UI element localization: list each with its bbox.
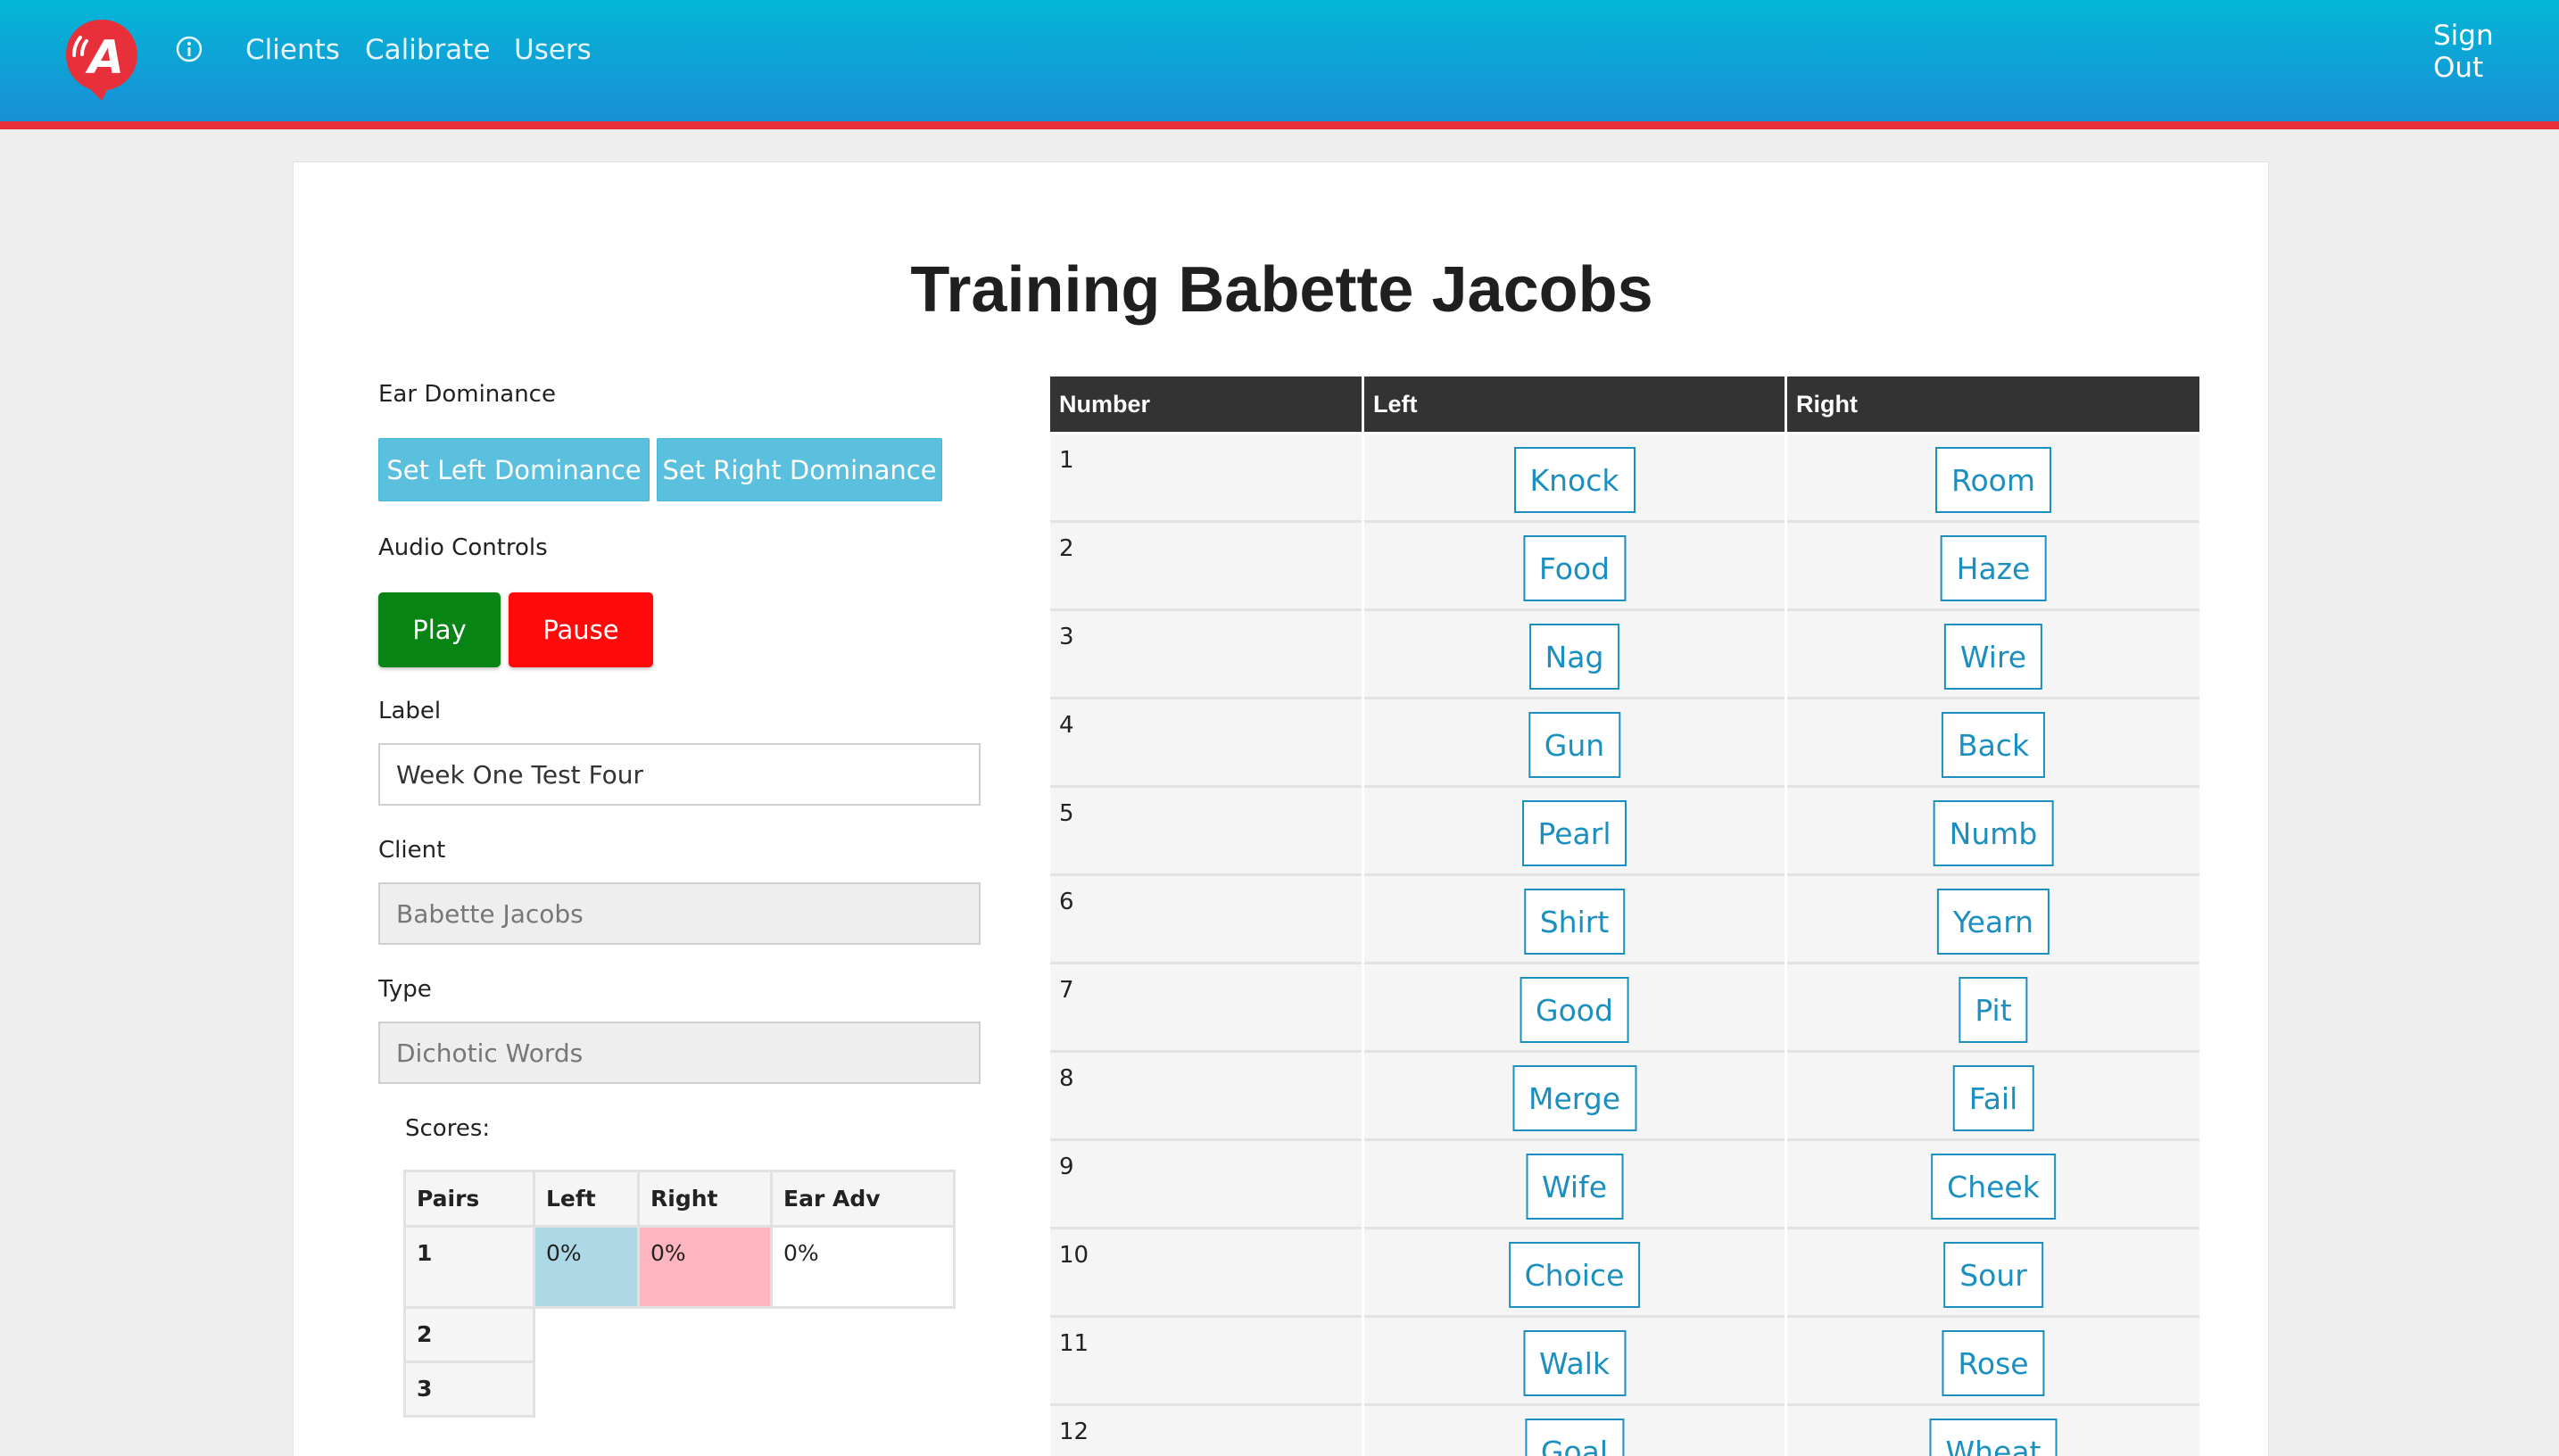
navbar-accent-stripe — [0, 121, 2559, 129]
word-cell-right: Yearn — [1787, 876, 2199, 964]
word-cell-left: Nag — [1364, 611, 1785, 699]
scores-header-pairs: Pairs — [403, 1170, 535, 1228]
word-button-left[interactable]: Pearl — [1521, 800, 1627, 866]
scores-left-1: 0% — [533, 1225, 640, 1309]
app-logo-icon[interactable]: A — [62, 16, 141, 102]
content-card: Training Babette Jacobs Ear Dominance Se… — [293, 161, 2269, 1456]
words-header-left: Left — [1364, 376, 1785, 432]
word-cell-left: Gun — [1364, 699, 1785, 788]
sign-out-line1: Sign — [2433, 20, 2494, 52]
word-button-left[interactable]: Wife — [1526, 1154, 1623, 1220]
word-cell-left: Merge — [1364, 1053, 1785, 1141]
sign-out-link[interactable]: Sign Out — [2433, 20, 2494, 84]
word-cell-right: Wheat — [1787, 1406, 2199, 1456]
word-button-right[interactable]: Yearn — [1936, 889, 2050, 955]
word-row-number: 11 — [1050, 1318, 1362, 1406]
word-cell-right: Rose — [1787, 1318, 2199, 1406]
word-row-number: 6 — [1050, 876, 1362, 964]
word-row-number: 7 — [1050, 964, 1362, 1053]
word-button-right[interactable]: Wire — [1943, 624, 2043, 690]
word-cell-right: Haze — [1787, 523, 2199, 611]
word-cell-left: Choice — [1364, 1229, 1785, 1318]
nav-link-users[interactable]: Users — [514, 34, 592, 66]
client-input: Babette Jacobs — [378, 882, 981, 945]
client-field-caption: Client — [378, 837, 446, 864]
word-button-right[interactable]: Fail — [1952, 1065, 2034, 1131]
ear-dominance-label: Ear Dominance — [378, 381, 556, 408]
type-input: Dichotic Words — [378, 1022, 981, 1084]
scores-pair-2: 2 — [403, 1306, 535, 1363]
word-row-number: 1 — [1050, 434, 1362, 523]
word-row-number: 12 — [1050, 1406, 1362, 1456]
word-row-number: 9 — [1050, 1141, 1362, 1229]
word-row-number: 3 — [1050, 611, 1362, 699]
scores-right-1: 0% — [637, 1225, 773, 1309]
word-cell-right: Sour — [1787, 1229, 2199, 1318]
words-header-number: Number — [1050, 376, 1362, 432]
word-button-right[interactable]: Cheek — [1931, 1154, 2056, 1220]
top-navbar: A Clients Calibrate Users Sign Out — [0, 0, 2559, 121]
info-circle-icon[interactable] — [175, 35, 203, 63]
word-button-left[interactable]: Good — [1520, 977, 1629, 1043]
play-button[interactable]: Play — [378, 592, 501, 667]
word-row-number: 4 — [1050, 699, 1362, 788]
page-title: Training Babette Jacobs — [910, 254, 1653, 326]
word-cell-left: Wife — [1364, 1141, 1785, 1229]
word-button-left[interactable]: Knock — [1513, 447, 1636, 513]
word-button-right[interactable]: Pit — [1959, 977, 2028, 1043]
word-cell-left: Food — [1364, 523, 1785, 611]
scores-pair-3: 3 — [403, 1361, 535, 1418]
scores-pair-1: 1 — [403, 1225, 535, 1309]
word-button-right[interactable]: Rose — [1942, 1330, 2045, 1396]
set-left-dominance-button[interactable]: Set Left Dominance — [378, 438, 650, 501]
word-cell-left: Walk — [1364, 1318, 1785, 1406]
type-field-caption: Type — [378, 976, 432, 1003]
word-button-left[interactable]: Walk — [1522, 1330, 1627, 1396]
nav-link-calibrate[interactable]: Calibrate — [365, 34, 491, 66]
word-button-left[interactable]: Shirt — [1523, 889, 1626, 955]
word-button-right[interactable]: Wheat — [1929, 1419, 2058, 1456]
scores-ear-adv-1: 0% — [770, 1225, 956, 1309]
word-cell-right: Fail — [1787, 1053, 2199, 1141]
set-right-dominance-button[interactable]: Set Right Dominance — [657, 438, 942, 501]
scores-header-left: Left — [533, 1170, 640, 1228]
word-cell-right: Pit — [1787, 964, 2199, 1053]
label-input[interactable]: Week One Test Four — [378, 743, 981, 806]
scores-header-ear-adv: Ear Adv — [770, 1170, 956, 1228]
words-header-right: Right — [1787, 376, 2199, 432]
label-field-caption: Label — [378, 698, 442, 724]
word-cell-right: Cheek — [1787, 1141, 2199, 1229]
word-button-right[interactable]: Sour — [1943, 1242, 2043, 1308]
scores-header-right: Right — [637, 1170, 773, 1228]
word-cell-left: Goal — [1364, 1406, 1785, 1456]
word-button-left[interactable]: Goal — [1524, 1419, 1625, 1456]
word-row-number: 8 — [1050, 1053, 1362, 1141]
word-button-right[interactable]: Room — [1935, 447, 2051, 513]
logo-letter: A — [85, 31, 124, 85]
word-cell-right: Room — [1787, 434, 2199, 523]
scores-caption: Scores: — [405, 1115, 491, 1142]
audio-controls-label: Audio Controls — [378, 534, 548, 561]
word-button-left[interactable]: Merge — [1511, 1065, 1637, 1131]
word-button-left[interactable]: Gun — [1528, 712, 1621, 778]
sign-out-line2: Out — [2433, 52, 2484, 84]
word-cell-left: Pearl — [1364, 788, 1785, 876]
word-button-left[interactable]: Nag — [1528, 624, 1620, 690]
word-button-right[interactable]: Haze — [1940, 535, 2047, 601]
word-cell-right: Wire — [1787, 611, 2199, 699]
word-cell-left: Good — [1364, 964, 1785, 1053]
word-cell-left: Knock — [1364, 434, 1785, 523]
word-row-number: 10 — [1050, 1229, 1362, 1318]
word-cell-left: Shirt — [1364, 876, 1785, 964]
word-button-left[interactable]: Food — [1522, 535, 1627, 601]
word-cell-right: Back — [1787, 699, 2199, 788]
word-row-number: 5 — [1050, 788, 1362, 876]
word-button-left[interactable]: Choice — [1508, 1242, 1641, 1308]
word-button-right[interactable]: Back — [1941, 712, 2046, 778]
word-button-right[interactable]: Numb — [1933, 800, 2054, 866]
pause-button[interactable]: Pause — [509, 592, 653, 667]
word-cell-right: Numb — [1787, 788, 2199, 876]
nav-link-clients[interactable]: Clients — [245, 34, 340, 66]
word-row-number: 2 — [1050, 523, 1362, 611]
